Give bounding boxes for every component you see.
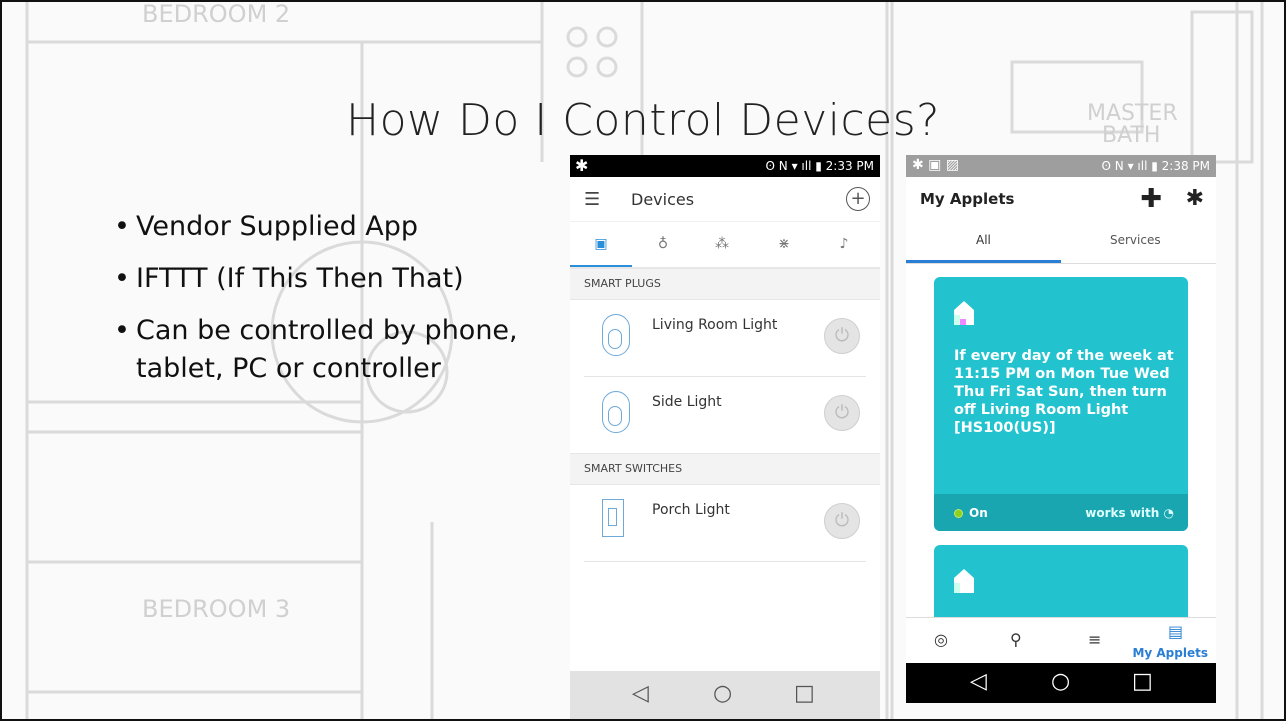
recent-apps-icon[interactable]: □	[1132, 669, 1153, 694]
power-button-icon[interactable]: ⏻	[824, 318, 860, 354]
eye-icon[interactable]: ◎	[934, 630, 948, 649]
switch-icon	[602, 499, 624, 537]
device-row[interactable]: Living Room Light ⏻	[584, 300, 866, 377]
device-name: Living Room Light	[652, 317, 778, 333]
tab-magic-wand-icon[interactable]: ⋇	[773, 236, 795, 252]
tab-plug-icon[interactable]: ▣	[590, 236, 612, 252]
works-with-label: works with	[1085, 506, 1160, 520]
applet-footer: On works with ◔	[934, 494, 1188, 531]
notification-icons: ✱ ▣ ▨	[912, 157, 960, 173]
add-applet-icon[interactable]: ✚	[1140, 184, 1162, 214]
recent-apps-icon[interactable]: □	[794, 681, 815, 706]
bullet-item: IFTTT (If This Then That)	[114, 260, 574, 298]
section-smart-switches: SMART SWITCHES	[570, 453, 880, 485]
add-device-icon[interactable]: +	[846, 187, 870, 211]
device-row[interactable]: Porch Light ⏻	[584, 485, 866, 562]
status-right: ʘ N ▾ ıll ▮ 2:33 PM	[766, 159, 874, 173]
status-right: ʘ N ▾ ıll ▮ 2:38 PM	[1102, 159, 1210, 173]
device-name: Side Light	[652, 394, 722, 410]
tab-all[interactable]: All	[976, 233, 991, 247]
house-icon	[954, 301, 974, 325]
status-bar: ✱ ▣ ▨ ʘ N ▾ ıll ▮ 2:38 PM	[906, 155, 1216, 177]
back-icon[interactable]: ◁	[970, 669, 987, 694]
tab-bulb-icon[interactable]: ♁	[652, 236, 674, 252]
android-nav-bar: ◁ ○ □	[570, 671, 880, 719]
tab-services[interactable]: Services	[1110, 233, 1161, 247]
works-with: works with ◔	[1085, 506, 1174, 520]
bluetooth-icon: ✱	[575, 156, 589, 175]
active-tab-indicator	[570, 265, 632, 267]
my-applets-title: My Applets	[920, 190, 1015, 208]
bullet-text: tablet, PC or controller	[136, 353, 441, 384]
status-icons: ʘ N ▾ ıll ▮	[765, 159, 826, 173]
device-tabs: ▣ ♁ ⁂ ⋇ ♪	[570, 222, 880, 268]
applet-card[interactable]: If every day of the week at 11:15 PM on …	[934, 277, 1188, 531]
tab-bell-icon[interactable]: ♪	[833, 236, 855, 252]
power-button-icon[interactable]: ⏻	[824, 503, 860, 539]
status-time: 2:38 PM	[1161, 159, 1210, 173]
app-header: ☰ Devices +	[570, 177, 880, 222]
status-time: 2:33 PM	[825, 159, 874, 173]
applet-status: On	[954, 506, 988, 520]
bedroom-3-label: BEDROOM 3	[142, 595, 290, 623]
applet-description: If every day of the week at 11:15 PM on …	[954, 348, 1174, 436]
tab-sunrise-icon[interactable]: ⁂	[711, 236, 733, 252]
plug-icon	[602, 314, 630, 356]
applet-tabs: All Services	[906, 219, 1216, 264]
device-row[interactable]: Side Light ⏻	[584, 377, 866, 453]
plug-icon	[602, 391, 630, 433]
bedroom-2-label: BEDROOM 2	[142, 2, 290, 28]
bullet-list: Vendor Supplied App IFTTT (If This Then …	[114, 208, 574, 388]
search-icon[interactable]: ⚲	[1010, 630, 1022, 649]
status-text: On	[969, 506, 988, 520]
gear-icon[interactable]: ✱	[1186, 186, 1204, 211]
app-header: My Applets ✚ ✱	[906, 177, 1216, 219]
device-name: Porch Light	[652, 502, 730, 518]
applets-icon[interactable]: ▤	[1168, 622, 1183, 641]
home-icon[interactable]: ○	[713, 681, 732, 706]
clock-icon: ◔	[1163, 506, 1174, 520]
status-icons: ʘ N ▾ ıll ▮	[1101, 159, 1162, 173]
bullet-item: Can be controlled by phone, tablet, PC o…	[114, 312, 574, 388]
devices-title: Devices	[631, 190, 695, 209]
active-tab-indicator	[906, 260, 1061, 263]
slide: BEDROOM 2 BEDROOM 3 MASTER BATH How Do I…	[0, 0, 1286, 721]
bottom-nav: ◎ ⚲ ≡ ▤ My Applets	[906, 617, 1216, 664]
slide-title: How Do I Control Devices?	[345, 95, 941, 146]
home-icon[interactable]: ○	[1051, 669, 1070, 694]
status-bar: ✱ ʘ N ▾ ıll ▮ 2:33 PM	[570, 155, 880, 177]
devices-app-screenshot: ✱ ʘ N ▾ ıll ▮ 2:33 PM ☰ Devices + ▣ ♁ ⁂ …	[570, 155, 880, 719]
my-applets-nav-label[interactable]: My Applets	[1132, 646, 1208, 660]
status-dot-icon	[954, 509, 963, 518]
power-button-icon[interactable]: ⏻	[824, 395, 860, 431]
bullet-text: Can be controlled by phone,	[136, 315, 518, 346]
back-icon[interactable]: ◁	[632, 681, 649, 706]
android-nav-bar: ◁ ○ □	[906, 663, 1216, 703]
list-icon[interactable]: ≡	[1088, 630, 1101, 649]
ifttt-app-screenshot: ✱ ▣ ▨ ʘ N ▾ ıll ▮ 2:38 PM My Applets ✚ ✱…	[906, 155, 1216, 703]
bullet-item: Vendor Supplied App	[114, 208, 574, 246]
hamburger-menu-icon[interactable]: ☰	[584, 189, 600, 210]
house-icon	[954, 569, 974, 593]
section-smart-plugs: SMART PLUGS	[570, 268, 880, 300]
